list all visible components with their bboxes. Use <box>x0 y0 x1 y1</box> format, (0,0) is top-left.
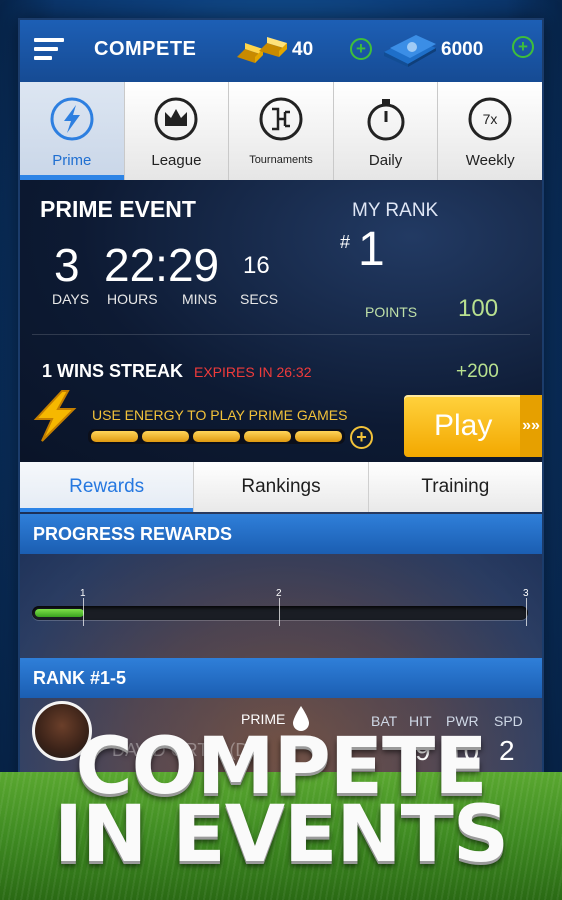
progress-bar <box>32 606 528 620</box>
tab-prime[interactable]: Prime <box>20 82 125 180</box>
tab-league[interactable]: League <box>124 82 230 180</box>
tab-training[interactable]: Training <box>368 462 542 512</box>
progress-fill <box>35 609 84 617</box>
streak-bonus: +200 <box>456 361 499 382</box>
energy-label: USE ENERGY TO PLAY PRIME GAMES <box>92 407 348 423</box>
energy-segment <box>244 431 291 442</box>
play-arrows-icon: »» <box>520 395 542 457</box>
top-bar: COMPETE 40 + 6000 + <box>20 20 542 82</box>
play-button-label: Play <box>434 409 493 442</box>
progress-tick <box>279 598 280 626</box>
label-days: DAYS <box>52 291 90 307</box>
stopwatch-icon <box>367 99 405 141</box>
add-energy-button[interactable]: + <box>350 426 373 449</box>
divider <box>32 334 530 335</box>
crown-icon <box>154 97 198 141</box>
my-rank-label: MY RANK <box>352 200 439 221</box>
event-title: PRIME EVENT <box>40 196 196 222</box>
tab-label: Daily <box>368 152 403 169</box>
menu-icon[interactable] <box>34 38 64 62</box>
promo-headline-line2: IN EVENTS <box>53 790 509 880</box>
page-title: COMPETE <box>94 38 197 60</box>
energy-segment <box>142 431 189 442</box>
tab-label: Rankings <box>241 476 321 497</box>
sub-tabs: Rewards Rankings Training <box>20 462 542 512</box>
mode-tabs: Prime League Tournaments Daily 7x Weekly <box>20 82 542 180</box>
energy-segment <box>295 431 342 442</box>
gold-balance: 40 <box>292 39 314 60</box>
tab-label: Training <box>421 476 490 497</box>
energy-segment <box>91 431 138 442</box>
add-cash-button[interactable]: + <box>512 36 534 58</box>
rank-range-header: RANK #1-5 <box>20 658 542 698</box>
progress-tick <box>83 598 84 626</box>
tab-daily[interactable]: Daily <box>333 82 439 180</box>
label-hours: HOURS <box>107 291 158 307</box>
cash-balance: 6000 <box>441 39 484 60</box>
label-mins: MINS <box>182 291 217 307</box>
tab-label: Rewards <box>69 476 145 497</box>
win-streak: 1 WINS STREAK <box>42 361 184 381</box>
tab-label: Prime <box>52 152 92 169</box>
energy-meter <box>88 429 345 444</box>
tab-rewards[interactable]: Rewards <box>20 462 195 512</box>
countdown-hours-mins: 22:29 <box>104 239 220 291</box>
points-value: 100 <box>458 295 499 322</box>
streak-expiry: EXPIRES IN 26:32 <box>194 364 312 380</box>
label-secs: SECS <box>240 291 279 307</box>
tab-rankings[interactable]: Rankings <box>194 462 369 512</box>
tab-tournaments[interactable]: Tournaments <box>229 82 334 180</box>
points-label: POINTS <box>365 304 418 320</box>
rank-hash: # <box>340 232 351 252</box>
progress-rewards-header: PROGRESS REWARDS <box>20 514 542 554</box>
countdown-days: 3 <box>54 239 80 291</box>
gold-bars-icon <box>237 37 287 63</box>
rank-value: 1 <box>358 223 385 276</box>
tab-label: League <box>151 152 202 169</box>
tab-weekly[interactable]: 7x Weekly <box>438 82 542 180</box>
cash-stack-icon <box>384 35 436 67</box>
energy-bolt-icon <box>33 390 77 442</box>
energy-segment <box>193 431 240 442</box>
energy-row: USE ENERGY TO PLAY PRIME GAMES + Play »» <box>20 390 542 462</box>
bracket-icon <box>259 97 303 141</box>
play-button[interactable]: Play »» <box>404 395 542 457</box>
prime-event-panel: PRIME EVENT 3 22:29 16 DAYS HOURS MINS S… <box>20 180 542 462</box>
tab-label: Tournaments <box>249 154 313 166</box>
countdown-secs: 16 <box>243 252 270 279</box>
tab-label: Weekly <box>465 152 515 169</box>
seven-x-icon-text: 7x <box>483 111 498 127</box>
seven-x-icon: 7x <box>468 97 512 141</box>
add-gold-button[interactable]: + <box>350 38 372 60</box>
lightning-icon <box>50 97 94 141</box>
progress-tick <box>526 598 527 626</box>
